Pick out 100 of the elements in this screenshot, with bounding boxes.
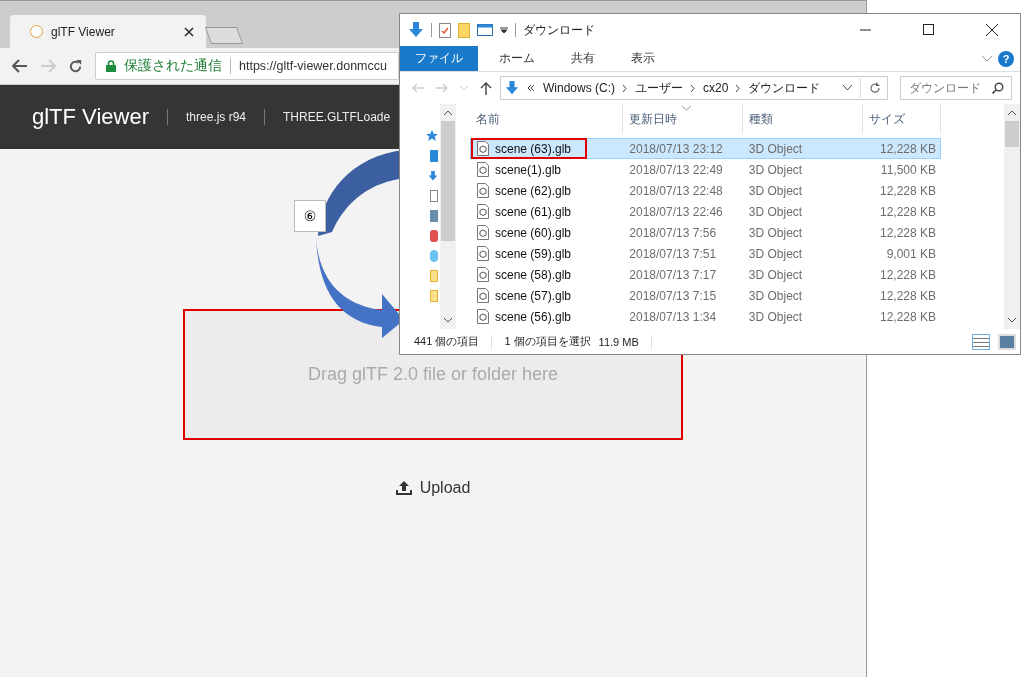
chevron-down-icon[interactable] [444, 318, 452, 323]
step-label: ⑥ [294, 200, 326, 232]
file-type: 3D Object [747, 309, 804, 324]
upload-icon [395, 481, 412, 495]
file-icon [477, 288, 489, 303]
chevron-down-icon[interactable] [843, 85, 852, 91]
chevron-right-icon [691, 84, 695, 92]
file-type: 3D Object [747, 225, 804, 240]
file-row[interactable]: scene (58).glb 2018/07/13 7:17 3D Object 12,228 KB [470, 264, 941, 285]
file-row[interactable]: scene (61).glb 2018/07/13 22:46 3D Object 12,228 KB [470, 201, 941, 222]
browser-tab[interactable]: glTF Viewer [10, 15, 206, 48]
window-title: ダウンロード [523, 21, 595, 39]
breadcrumb-item[interactable]: Windows (C:) [543, 81, 615, 95]
file-row[interactable]: scene (59).glb 2018/07/13 7:51 3D Object 9,001 KB [470, 243, 941, 264]
modified-date: 2018/07/13 23:12 [628, 141, 724, 156]
chevron-up-icon[interactable] [444, 110, 452, 115]
download-arrow-icon[interactable] [428, 170, 438, 182]
scrollbar-thumb[interactable] [441, 121, 455, 241]
file-type: 3D Object [747, 204, 804, 219]
file-name: scene (61).glb [495, 204, 572, 219]
file-size: 12,228 KB [878, 267, 937, 282]
file-row[interactable]: scene (60).glb 2018/07/13 7:56 3D Object 12,228 KB [470, 222, 941, 243]
modified-date: 2018/07/13 7:17 [628, 267, 718, 282]
lock-icon [106, 60, 116, 72]
modified-date: 2018/07/13 7:15 [628, 288, 718, 303]
column-header[interactable]: 種類 [743, 104, 863, 134]
file-row[interactable]: scene(1).glb 2018/07/13 22:49 3D Object 11,500 KB [470, 159, 941, 180]
file-type: 3D Object [747, 141, 804, 156]
file-row[interactable]: scene (63).glb 2018/07/13 23:12 3D Object 12,228 KB [470, 138, 941, 159]
ribbon-tab[interactable]: ホーム [484, 46, 550, 71]
scrollbar-thumb[interactable] [1005, 121, 1019, 147]
header-link[interactable]: THREE.GLTFLoade [283, 110, 391, 124]
modified-date: 2018/07/13 7:56 [628, 225, 718, 240]
download-arrow-icon[interactable] [408, 22, 424, 38]
file-icon [477, 204, 489, 219]
download-arrow-icon [505, 80, 519, 96]
reload-icon[interactable] [68, 58, 83, 74]
chevron-up-icon[interactable] [1008, 110, 1016, 115]
file-name: scene (58).glb [495, 267, 572, 282]
folder-icon[interactable] [458, 22, 470, 38]
modified-date: 2018/07/13 22:46 [628, 204, 724, 219]
new-tab-button[interactable] [204, 27, 244, 44]
item-count: 441 個の項目 [414, 334, 480, 349]
app-title: glTF Viewer [32, 104, 149, 130]
file-size: 12,228 KB [878, 204, 937, 219]
details-view-button[interactable] [972, 333, 990, 350]
modified-date: 2018/07/13 7:51 [628, 246, 718, 261]
dropdown-icon[interactable] [500, 26, 508, 34]
column-header[interactable]: 更新日時 [623, 104, 743, 134]
file-type: 3D Object [747, 246, 804, 261]
file-name: scene(1).glb [495, 162, 562, 177]
file-name: scene (59).glb [495, 246, 572, 261]
search-field[interactable]: ダウンロード [900, 76, 1012, 100]
header-link[interactable]: three.js r94 [185, 110, 246, 124]
file-size: 12,228 KB [878, 288, 937, 303]
file-type: 3D Object [747, 267, 804, 282]
file-size: 12,228 KB [878, 183, 937, 198]
thumbnail-view-button[interactable] [998, 333, 1016, 350]
up-arrow-icon[interactable] [480, 81, 492, 95]
file-size: 9,001 KB [885, 246, 937, 261]
chevron-right-icon [736, 84, 741, 92]
properties-icon[interactable] [439, 22, 451, 38]
close-icon[interactable] [184, 26, 194, 37]
double-chevron-icon [527, 85, 535, 91]
scrollbar[interactable] [440, 104, 456, 329]
column-header[interactable]: サイズ [863, 104, 941, 134]
file-icon [477, 162, 489, 177]
window-icon[interactable] [477, 24, 493, 36]
close-icon[interactable] [986, 24, 998, 36]
file-name: scene (60).glb [495, 225, 572, 240]
maximize-icon[interactable] [923, 24, 935, 36]
file-type: 3D Object [747, 162, 804, 177]
selection-count: 1 個の項目を選択 [504, 334, 591, 349]
ribbon-tab[interactable]: ファイル [400, 46, 478, 71]
help-button[interactable]: ? [998, 50, 1014, 67]
breadcrumb-item[interactable]: cx20 [703, 81, 729, 95]
ribbon-tab[interactable]: 表示 [616, 46, 670, 71]
address-bar[interactable]: 保護された通信 https://gltf-viewer.donmccu [95, 52, 399, 80]
file-type: 3D Object [747, 288, 804, 303]
star-icon[interactable] [426, 130, 438, 142]
file-size: 12,228 KB [878, 309, 937, 324]
file-icon [477, 309, 489, 324]
scrollbar[interactable] [1004, 104, 1020, 329]
refresh-icon[interactable] [869, 82, 881, 94]
selection-size: 11.9 MB [598, 335, 639, 348]
chevron-down-icon[interactable] [1008, 318, 1016, 323]
modified-date: 2018/07/13 22:48 [628, 183, 724, 198]
column-header[interactable]: 名前 [470, 104, 623, 134]
favicon-icon [30, 25, 43, 38]
file-row[interactable]: scene (62).glb 2018/07/13 22:48 3D Object 12,228 KB [470, 180, 941, 201]
file-icon [477, 183, 489, 198]
ribbon-tab[interactable]: 共有 [556, 46, 610, 71]
breadcrumb-item[interactable]: ユーザー [635, 79, 683, 97]
file-icon [477, 246, 489, 261]
address-field[interactable]: Windows (C:) ユーザー cx20 ダウンロード [500, 76, 888, 100]
breadcrumb-item[interactable]: ダウンロード [748, 79, 821, 97]
back-icon[interactable] [12, 59, 28, 73]
file-row[interactable]: scene (57).glb 2018/07/13 7:15 3D Object 12,228 KB [470, 285, 941, 306]
upload-button[interactable]: Upload [389, 478, 477, 498]
url-text: https://gltf-viewer.donmccu [239, 59, 387, 73]
